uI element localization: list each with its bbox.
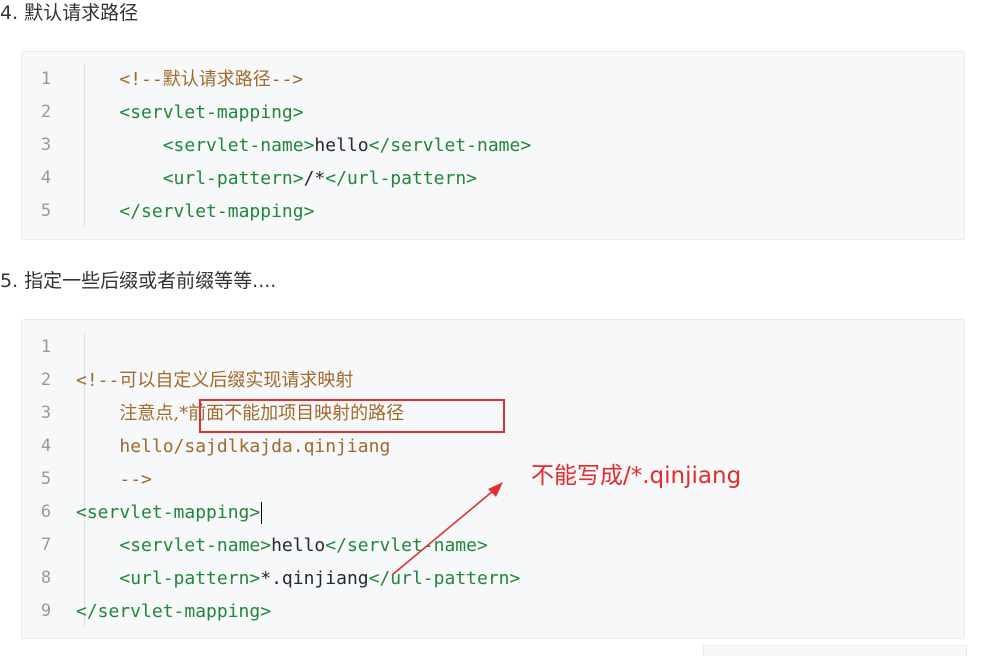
code-text: <servlet-name>hello</servlet-name>	[76, 529, 488, 562]
code-block-suffix-mapping: 1 2 <!--可以自定义后缀实现请求映射 3 注意点,*前面不能加项目映射的路径 4 …	[21, 319, 965, 639]
code-line: 5 -->	[22, 463, 964, 496]
line-number: 7	[40, 535, 52, 555]
code-comment: <!--	[76, 370, 120, 391]
code-text: <!--可以自定义后缀实现请求映射	[76, 364, 353, 397]
code-tag: <servlet-name>	[162, 135, 315, 156]
line-number: 1	[40, 69, 52, 89]
line-number: 6	[40, 502, 52, 522]
code-tag: </servlet-mapping>	[76, 601, 272, 622]
code-line: 4 <url-pattern>/*</url-pattern>	[22, 162, 964, 195]
code-text: hello/sajdlkajda.qinjiang	[76, 430, 390, 463]
code-text: <servlet-mapping>	[76, 496, 263, 529]
code-line: 1 <!--默认请求路径-->	[22, 63, 964, 96]
line-number: 8	[40, 568, 52, 588]
line-number: 2	[40, 370, 52, 390]
code-comment: hello/sajdlkajda.qinjiang	[119, 436, 391, 457]
annotation-note: 不能写成/*.qinjiang	[531, 463, 742, 489]
code-value: *.qinjiang	[260, 568, 369, 589]
code-line: 7 <servlet-name>hello</servlet-name>	[22, 529, 964, 562]
line-number: 1	[40, 337, 52, 357]
line-number: 2	[40, 102, 52, 122]
code-tag: <servlet-name>	[119, 535, 272, 556]
section-5-heading: 5. 指定一些后缀或者前缀等等....	[0, 270, 277, 292]
code-text: <servlet-mapping>	[76, 96, 304, 129]
code-text: </servlet-mapping>	[76, 195, 314, 228]
code-text: <url-pattern>/*</url-pattern>	[76, 162, 477, 195]
code-line: 8 <url-pattern>*.qinjiang</url-pattern>	[22, 562, 964, 595]
code-line: 5 </servlet-mapping>	[22, 195, 964, 228]
text-cursor	[261, 502, 263, 524]
code-text: <servlet-name>hello</servlet-name>	[76, 129, 531, 162]
code-block-default-path: 1 <!--默认请求路径--> 2 <servlet-mapping> 3 <ser…	[21, 51, 965, 240]
code-line: 6 <servlet-mapping>	[22, 496, 964, 529]
line-number: 3	[40, 403, 52, 423]
line-number: 5	[40, 469, 52, 489]
line-number: 4	[40, 168, 52, 188]
next-block-edge	[703, 645, 967, 656]
code-comment: 可以自定义后缀实现请求映射	[119, 370, 354, 391]
line-number: 9	[40, 601, 52, 621]
code-line: 9 </servlet-mapping>	[22, 595, 964, 628]
code-tag: <url-pattern>	[162, 168, 304, 189]
code-text: <url-pattern>*.qinjiang</url-pattern>	[76, 562, 520, 595]
code-comment: <!--默认请求路径-->	[119, 69, 304, 90]
code-comment: 注意点,	[119, 403, 180, 424]
code-value: /*	[303, 168, 326, 189]
highlight-box	[199, 399, 505, 433]
code-text: </servlet-mapping>	[76, 595, 271, 628]
code-text: <!--默认请求路径-->	[76, 63, 303, 96]
code-line: 2 <servlet-mapping>	[22, 96, 964, 129]
code-tag: </servlet-name>	[368, 135, 532, 156]
section-4-heading: 4. 默认请求路径	[0, 2, 139, 24]
code-tag: <servlet-mapping>	[119, 102, 304, 123]
code-tag: </servlet-mapping>	[119, 201, 315, 222]
code-line: 1	[22, 331, 964, 364]
code-line: 3 <servlet-name>hello</servlet-name>	[22, 129, 964, 162]
code-tag: </url-pattern>	[325, 168, 477, 189]
line-number: 5	[40, 201, 52, 221]
code-value: hello	[314, 135, 369, 156]
code-line: 4 hello/sajdlkajda.qinjiang	[22, 430, 964, 463]
code-tag: <url-pattern>	[119, 568, 261, 589]
code-value: hello	[271, 535, 326, 556]
code-tag: </url-pattern>	[368, 568, 521, 589]
line-number: 3	[40, 135, 52, 155]
code-comment: -->	[119, 469, 152, 490]
code-text: -->	[76, 463, 152, 496]
code-tag: <servlet-mapping>	[76, 502, 261, 523]
code-tag: </servlet-name>	[325, 535, 488, 556]
line-number: 4	[40, 436, 52, 456]
code-line: 2 <!--可以自定义后缀实现请求映射	[22, 364, 964, 397]
